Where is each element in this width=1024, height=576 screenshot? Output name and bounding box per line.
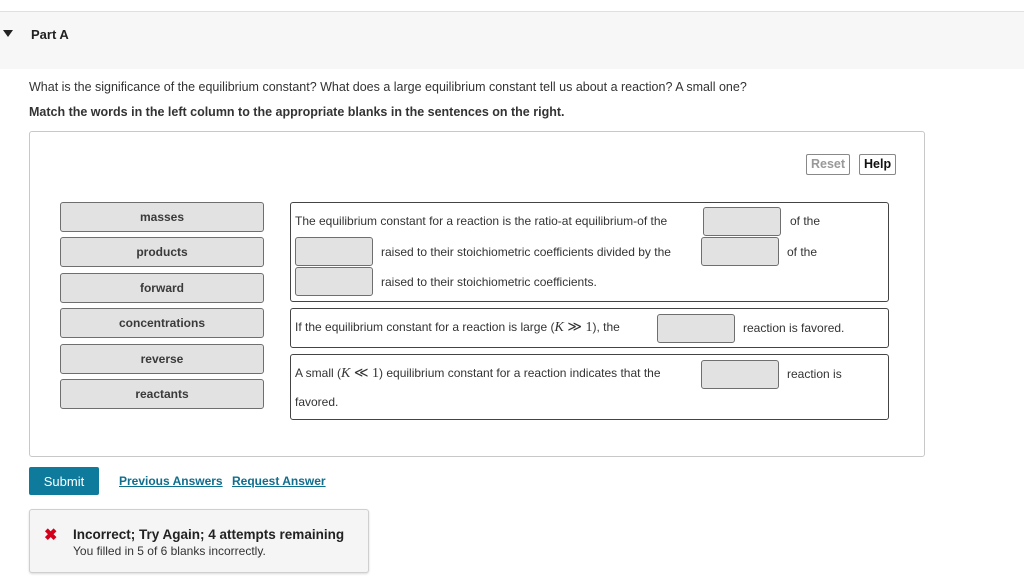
blank-4[interactable] <box>295 267 373 296</box>
sentence-3-after-blank: reaction is <box>787 367 842 381</box>
blank-6[interactable] <box>701 360 779 389</box>
sentence-3-after-math: ) equilibrium constant for a reaction in… <box>379 366 661 380</box>
math-rel: ≪ <box>353 366 369 381</box>
sentence-2-after-blank: reaction is favored. <box>743 321 845 335</box>
part-header[interactable] <box>0 12 1024 69</box>
sentence-3-line-2: favored. <box>295 395 339 409</box>
help-button[interactable]: Help <box>859 154 897 175</box>
sentence-2-after-math: ), the <box>592 320 620 334</box>
math-var: K <box>341 366 351 381</box>
blank-3[interactable] <box>701 237 779 266</box>
feedback-title: Incorrect; Try Again; 4 attempts remaini… <box>73 527 345 542</box>
word-tile-reverse[interactable]: reverse <box>60 344 264 374</box>
feedback-detail: You filled in 5 of 6 blanks incorrectly. <box>73 544 266 558</box>
math-k-much-greater-1: K ≫ 1 <box>554 320 592 335</box>
submit-button[interactable]: Submit <box>29 467 99 495</box>
word-tile-masses[interactable]: masses <box>60 202 264 232</box>
reset-button[interactable]: Reset <box>806 154 851 175</box>
blank-5[interactable] <box>657 314 735 343</box>
word-tile-concentrations[interactable]: concentrations <box>60 308 264 338</box>
sentence-1-of-the-1: of the <box>790 214 821 228</box>
request-answer-link[interactable]: Request Answer <box>232 474 326 488</box>
word-tile-reactants[interactable]: reactants <box>60 379 264 409</box>
sentence-1-line-1: The equilibrium constant for a reaction … <box>295 214 668 228</box>
sentence-3-before: A small ( <box>295 366 342 380</box>
instruction-text: Match the words in the left column to th… <box>29 105 565 119</box>
collapse-caret-icon[interactable] <box>3 30 13 37</box>
blank-2[interactable] <box>295 237 373 266</box>
math-num: 1 <box>372 366 380 381</box>
sentence-2-before: If the equilibrium constant for a reacti… <box>295 320 555 334</box>
sentence-1-of-the-2: of the <box>787 245 818 259</box>
sentence-2-text: If the equilibrium constant for a reacti… <box>295 319 620 336</box>
sentence-1-line-2: raised to their stoichiometric coefficie… <box>381 245 671 259</box>
sentence-box-3 <box>290 354 889 420</box>
sentence-1-line-3: raised to their stoichiometric coefficie… <box>381 275 597 289</box>
previous-answers-link[interactable]: Previous Answers <box>119 474 223 488</box>
word-tile-products[interactable]: products <box>60 237 264 267</box>
feedback-box: ✖ Incorrect; Try Again; 4 attempts remai… <box>29 509 369 573</box>
x-icon: ✖ <box>44 527 58 544</box>
part-title[interactable]: Part A <box>31 27 69 42</box>
word-tile-forward[interactable]: forward <box>60 273 264 303</box>
math-var: K <box>554 320 564 335</box>
math-k-much-less-1: K ≪ 1 <box>341 366 379 381</box>
math-rel: ≫ <box>567 320 582 335</box>
question-text: What is the significance of the equilibr… <box>29 80 747 94</box>
sentence-3-text: A small (K ≪ 1) equilibrium constant for… <box>295 365 661 382</box>
blank-1[interactable] <box>703 207 781 236</box>
